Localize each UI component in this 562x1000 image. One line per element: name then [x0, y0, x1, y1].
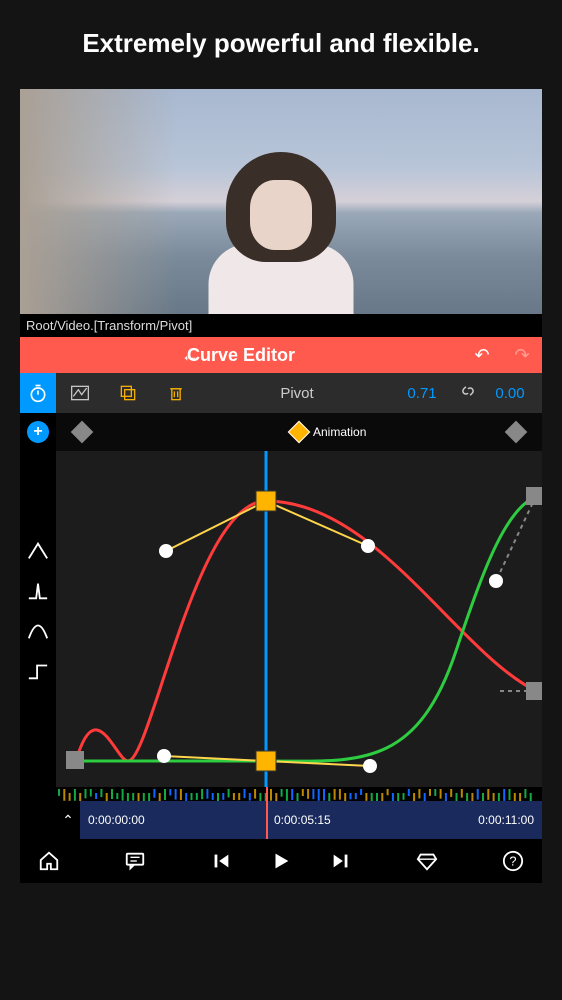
trash-icon — [166, 384, 186, 402]
premium-button[interactable] — [412, 850, 442, 872]
path-breadcrumb: Root/Video.[Transform/Pivot] — [20, 314, 542, 337]
curve-bell-button[interactable] — [20, 611, 56, 651]
curve-graph-svg — [56, 451, 542, 787]
curve-spike-button[interactable] — [20, 571, 56, 611]
curve-bell-icon — [27, 621, 49, 641]
undo-button[interactable]: ↶ — [462, 345, 502, 366]
curve-step-button[interactable] — [20, 651, 56, 691]
page-headline: Extremely powerful and flexible. — [0, 0, 562, 89]
home-button[interactable] — [34, 850, 64, 872]
curve-linear-button[interactable] — [20, 531, 56, 571]
stopwatch-icon — [28, 383, 48, 403]
timestamp: 0:00:11:00 — [478, 813, 534, 827]
delete-button[interactable] — [152, 384, 200, 402]
video-preview[interactable] — [20, 89, 542, 314]
keyframe-label: Animation — [313, 425, 366, 439]
step-back-icon — [210, 850, 232, 872]
step-forward-button[interactable] — [326, 850, 356, 872]
curve-linear-icon — [27, 541, 49, 561]
step-forward-icon — [330, 850, 352, 872]
back-button[interactable]: ← — [181, 345, 199, 366]
timeline[interactable]: ⌃ 0:00:00:00 0:00:05:15 0:00:11:00 — [56, 801, 542, 839]
add-keyframe-button[interactable]: + — [20, 413, 56, 451]
curve-graph[interactable] — [56, 451, 542, 787]
step-back-button[interactable] — [206, 850, 236, 872]
graph-mode-button[interactable] — [56, 384, 104, 402]
editor-title: Curve Editor — [20, 345, 462, 366]
copy-icon — [118, 384, 138, 402]
graph-mode-icon — [70, 384, 90, 402]
timeline-expand-button[interactable]: ⌃ — [56, 801, 80, 839]
value-y[interactable]: 0.00 — [486, 385, 542, 402]
svg-text:?: ? — [509, 854, 516, 869]
home-icon — [38, 850, 60, 872]
curve-step-icon — [27, 661, 49, 681]
comment-button[interactable] — [120, 850, 150, 872]
stopwatch-button[interactable] — [20, 373, 56, 413]
keyframe-track[interactable]: Animation — [56, 413, 542, 451]
editor-header: ← Curve Editor ↶ ↷ — [20, 337, 542, 373]
property-label: Pivot — [200, 385, 394, 402]
bottom-nav: ? — [20, 839, 542, 883]
copy-button[interactable] — [104, 384, 152, 402]
keyframe-diamond-active[interactable] — [288, 421, 311, 444]
plus-icon: + — [27, 421, 49, 443]
help-button[interactable]: ? — [498, 850, 528, 872]
play-button[interactable] — [266, 850, 296, 872]
app-frame: Root/Video.[Transform/Pivot] ← Curve Edi… — [20, 89, 542, 839]
timeline-ticks — [56, 787, 542, 801]
curve-spike-icon — [27, 581, 49, 601]
left-rail: + — [20, 373, 56, 839]
diamond-icon — [416, 850, 438, 872]
help-icon: ? — [502, 850, 524, 872]
keyframe-diamond[interactable] — [71, 421, 94, 444]
value-x[interactable]: 0.71 — [394, 385, 450, 402]
link-icon — [459, 382, 477, 400]
comment-icon — [124, 850, 146, 872]
link-button[interactable] — [450, 382, 486, 405]
timestamp: 0:00:00:00 — [88, 813, 145, 827]
keyframe-diamond[interactable] — [505, 421, 528, 444]
redo-button[interactable]: ↷ — [502, 345, 542, 366]
timestamp: 0:00:05:15 — [274, 813, 331, 827]
playhead-marker[interactable] — [266, 787, 268, 839]
curve-toolbar: Pivot 0.71 0.00 — [56, 373, 542, 413]
play-icon — [270, 850, 292, 872]
